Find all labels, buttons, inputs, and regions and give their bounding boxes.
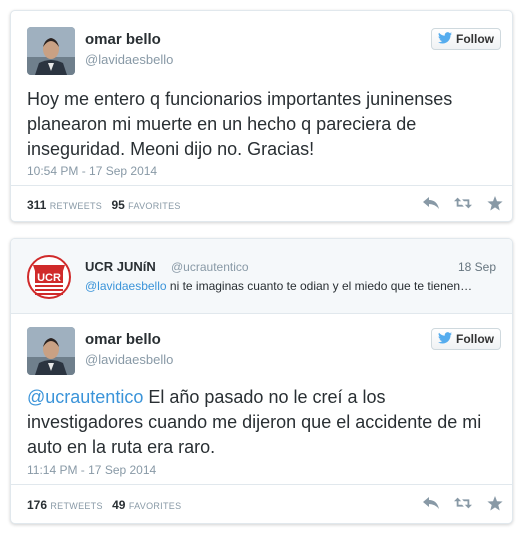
avatar[interactable] xyxy=(27,327,75,375)
tweet-stats: 311 RETWEETS 95 FAVORITES xyxy=(27,198,187,212)
tweet-timestamp[interactable]: 11:14 PM - 17 Sep 2014 xyxy=(27,463,156,477)
twitter-bird-icon xyxy=(438,31,452,47)
favorites-count[interactable]: 95 xyxy=(111,198,124,212)
user-name[interactable]: omar bello xyxy=(85,331,161,348)
twitter-bird-icon xyxy=(438,331,452,347)
follow-button[interactable]: Follow xyxy=(431,28,501,50)
tweet-text: Hoy me entero q funcionarios importantes… xyxy=(27,89,453,159)
reply-user-name[interactable]: UCR JUNíN xyxy=(85,259,156,274)
tweet-actions xyxy=(422,495,504,511)
reply-body: ni te imaginas cuanto te odian y el mied… xyxy=(166,279,473,293)
favorite-star-icon[interactable] xyxy=(486,195,504,211)
follow-label: Follow xyxy=(456,32,494,46)
user-handle[interactable]: @lavidaesbello xyxy=(85,52,173,67)
follow-label: Follow xyxy=(456,332,494,346)
retweets-count[interactable]: 176 xyxy=(27,498,47,512)
tweet-actions xyxy=(422,195,504,211)
tweet-mention-link[interactable]: @ucrautentico xyxy=(27,387,143,407)
avatar[interactable] xyxy=(27,27,75,75)
ucr-logo[interactable]: UCR xyxy=(27,255,71,299)
reply-icon[interactable] xyxy=(422,495,440,511)
user-name[interactable]: omar bello xyxy=(85,31,161,48)
divider xyxy=(11,185,512,186)
favorites-count[interactable]: 49 xyxy=(112,498,125,512)
ucr-logo-text: UCR xyxy=(37,272,61,284)
follow-button[interactable]: Follow xyxy=(431,328,501,350)
tweet-card-1: omar bello @lavidaesbello Follow Hoy me … xyxy=(10,10,513,222)
user-handle[interactable]: @lavidaesbello xyxy=(85,352,173,367)
favorites-label: FAVORITES xyxy=(128,201,181,211)
in-reply-to-context[interactable]: UCR UCR JUNíN @ucrautentico 18 Sep @lavi… xyxy=(11,239,512,314)
reply-date[interactable]: 18 Sep xyxy=(458,260,496,274)
tweet-stats: 176 RETWEETS 49 FAVORITES xyxy=(27,498,187,512)
tweet-timestamp[interactable]: 10:54 PM - 17 Sep 2014 xyxy=(27,164,157,178)
favorite-star-icon[interactable] xyxy=(486,495,504,511)
retweets-label: RETWEETS xyxy=(50,501,103,511)
retweets-label: RETWEETS xyxy=(49,201,103,211)
tweet-text: @ucrautentico El año pasado no le creí a… xyxy=(27,385,487,460)
retweet-icon[interactable] xyxy=(454,495,472,511)
favorites-label: FAVORITES xyxy=(128,501,182,511)
retweets-count[interactable]: 311 xyxy=(27,198,46,212)
retweet-icon[interactable] xyxy=(454,195,472,211)
reply-user-handle[interactable]: @ucrautentico xyxy=(171,260,249,274)
reply-icon[interactable] xyxy=(422,195,440,211)
reply-mention-link[interactable]: @lavidaesbello xyxy=(85,279,167,293)
divider xyxy=(11,484,512,485)
reply-text: @lavidaesbello ni te imaginas cuanto te … xyxy=(85,279,472,293)
tweet-card-2: UCR UCR JUNíN @ucrautentico 18 Sep @lavi… xyxy=(10,238,513,524)
